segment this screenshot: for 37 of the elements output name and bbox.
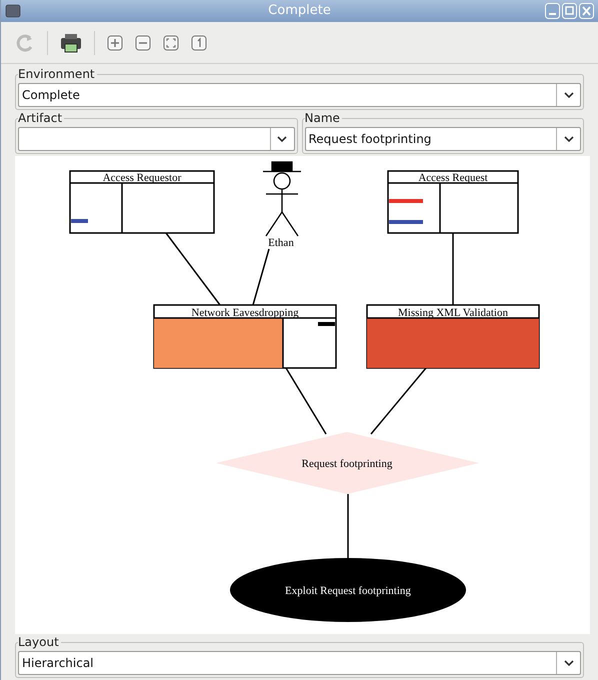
asset-node[interactable] (387, 170, 519, 234)
connector-line (452, 233, 454, 305)
chevron-down-icon[interactable] (564, 136, 574, 142)
environment-dropdown[interactable]: Complete (18, 83, 581, 107)
asset-node[interactable] (69, 170, 215, 234)
zoom-original-icon[interactable] (191, 34, 207, 50)
window-menu-icon[interactable] (5, 4, 21, 18)
node-title: Access Requestor (102, 172, 182, 184)
attribute-bar (389, 199, 423, 203)
chevron-down-icon[interactable] (277, 136, 287, 142)
likelihood-bar (318, 322, 335, 326)
attribute-bar (389, 220, 423, 224)
connector-line (285, 368, 327, 434)
zoom-out-icon[interactable] (135, 34, 151, 50)
layout-dropdown[interactable]: Hierarchical (18, 651, 581, 675)
connector-line (347, 494, 349, 558)
chevron-down-icon[interactable] (564, 92, 574, 98)
printer-icon[interactable] (60, 32, 82, 52)
node-title: Access Request (418, 172, 488, 184)
ellipse-label: Exploit Request footprinting (285, 585, 411, 597)
node-title: Network Eavesdropping (191, 307, 299, 319)
connector-line (370, 368, 427, 434)
persona-name: Ethan (268, 237, 294, 249)
zoom-fit-icon[interactable] (163, 34, 179, 50)
diamond-label: Request footprinting (302, 458, 392, 470)
stick-figure-icon[interactable] (263, 161, 301, 236)
chevron-down-icon[interactable] (564, 660, 574, 666)
window-title: Complete (268, 2, 331, 20)
attribute-bar (71, 219, 88, 223)
threat-node[interactable] (153, 304, 337, 369)
goal-ellipse[interactable] (230, 558, 466, 622)
node-title: Missing XML Validation (398, 307, 508, 319)
zoom-in-icon[interactable] (107, 34, 123, 50)
name-dropdown[interactable]: Request footprinting (304, 127, 581, 151)
connector-line (252, 248, 270, 306)
vulnerability-node[interactable] (366, 304, 540, 369)
layout-label: Layout (18, 634, 61, 650)
